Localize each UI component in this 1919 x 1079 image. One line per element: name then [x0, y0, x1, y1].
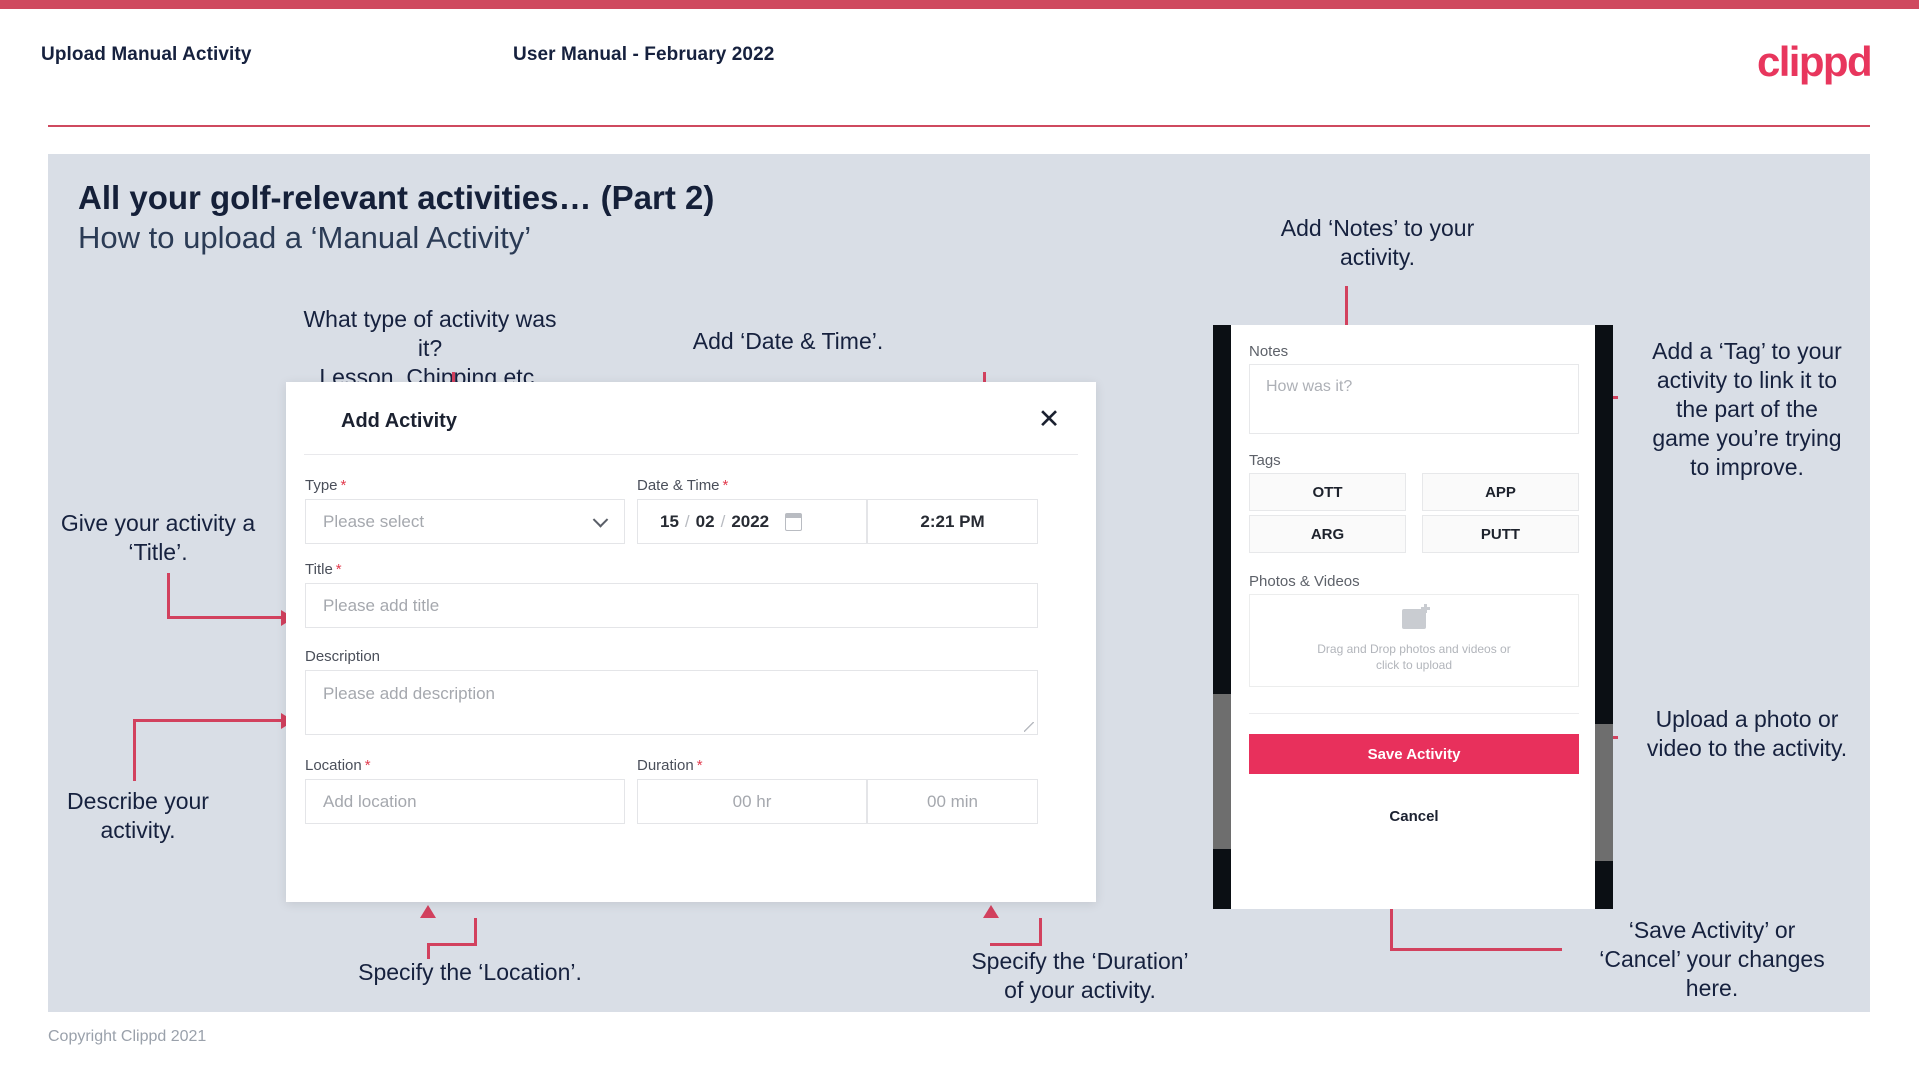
location-label-text: Location	[305, 757, 362, 774]
datetime-label: Date & Time *	[637, 477, 728, 494]
arrow-line-title-h	[167, 616, 283, 619]
phone-screen: Notes How was it? Tags OTT APP ARG PUTT …	[1231, 325, 1595, 909]
datetime-required-asterisk: *	[722, 477, 729, 494]
time-input[interactable]: 2:21 PM	[867, 499, 1038, 544]
arrow-line-loc-v2	[474, 918, 477, 945]
type-select[interactable]: Please select	[305, 499, 625, 544]
annotation-save-cancel: ‘Save Activity’ or ‘Cancel’ your changes…	[1599, 917, 1825, 1001]
arrow-line-dur-v2	[1039, 918, 1042, 945]
date-sep-2: /	[720, 511, 726, 531]
date-year: 2022	[731, 511, 770, 531]
description-placeholder: Please add description	[323, 684, 496, 703]
page-title: All your golf-relevant activities… (Part…	[78, 179, 715, 216]
page-subtitle: How to upload a ‘Manual Activity’	[78, 220, 532, 255]
phone-mockup: Notes How was it? Tags OTT APP ARG PUTT …	[1213, 325, 1613, 909]
annotation-location: Specify the ‘Location’.	[358, 959, 582, 985]
notes-label: Notes	[1249, 343, 1289, 360]
annotation-upload: Upload a photo or video to the activity.	[1646, 706, 1848, 761]
photos-videos-label: Photos & Videos	[1249, 573, 1360, 590]
date-day: 15	[660, 511, 679, 531]
type-label-text: Type	[305, 477, 338, 494]
header-left-title: Upload Manual Activity	[41, 44, 252, 65]
save-activity-button[interactable]: Save Activity	[1249, 734, 1579, 774]
description-label: Description	[305, 648, 380, 665]
location-required-asterisk: *	[364, 757, 371, 774]
arrow-line-dur-h	[990, 943, 1042, 946]
type-placeholder: Please select	[323, 511, 425, 531]
dropzone-line-1: Drag and Drop photos and videos or	[1317, 641, 1511, 656]
dialog-title: Add Activity	[341, 410, 457, 432]
time-value: 2:21 PM	[920, 511, 985, 531]
close-icon[interactable]: ✕	[1032, 402, 1066, 436]
chevron-down-icon	[592, 511, 609, 528]
duration-required-asterisk: *	[696, 757, 703, 774]
annotation-datetime: Add ‘Date & Time’.	[692, 328, 884, 354]
notes-textarea[interactable]: How was it?	[1249, 364, 1579, 434]
date-input[interactable]: 15 / 02 / 2022	[637, 499, 867, 544]
tag-arg[interactable]: ARG	[1249, 515, 1406, 553]
arrow-line-title-v	[167, 573, 170, 618]
duration-label-text: Duration	[637, 757, 694, 774]
duration-minutes-input[interactable]: 00 min	[867, 779, 1038, 824]
annotation-title: Give your activity a ‘Title’.	[60, 510, 256, 565]
phone-side-button-left	[1213, 694, 1231, 849]
dropzone-line-2: click to upload	[1375, 657, 1453, 672]
tags-label: Tags	[1249, 452, 1281, 469]
type-required-asterisk: *	[340, 477, 347, 494]
arrow-line-desc-v	[133, 719, 136, 781]
image-add-icon	[1402, 603, 1430, 629]
annotation-tag: Add a ‘Tag’ to your activity to link it …	[1652, 338, 1842, 480]
arrow-line-loc-v3	[427, 943, 430, 959]
datetime-label-text: Date & Time	[637, 477, 720, 494]
description-label-text: Description	[305, 648, 381, 665]
location-input[interactable]: Add location	[305, 779, 625, 824]
date-month: 02	[695, 511, 715, 531]
resize-grip-icon[interactable]	[1024, 722, 1034, 732]
title-placeholder: Please add title	[323, 595, 440, 615]
annotation-description: Describe your activity.	[67, 788, 209, 843]
clippd-logo: clippd	[1756, 38, 1873, 85]
title-required-asterisk: *	[335, 561, 342, 578]
arrow-line-save-h	[1390, 948, 1562, 951]
calendar-icon[interactable]	[785, 512, 803, 531]
annotation-type: What type of activity was it? Lesson, Ch…	[303, 306, 557, 390]
tag-putt[interactable]: PUTT	[1422, 515, 1579, 553]
phone-divider	[1249, 713, 1579, 714]
arrow-line-loc-h	[427, 943, 477, 946]
tag-ott[interactable]: OTT	[1249, 473, 1406, 511]
date-sep-1: /	[684, 511, 690, 531]
arrow-line-desc-h	[133, 719, 285, 722]
duration-minutes-placeholder: 00 min	[926, 791, 979, 811]
duration-hours-input[interactable]: 00 hr	[637, 779, 867, 824]
photo-upload-dropzone[interactable]: Drag and Drop photos and videos or click…	[1249, 594, 1579, 687]
arrow-head-loc	[420, 905, 436, 918]
dropzone-text: Drag and Drop photos and videos or click…	[1317, 641, 1510, 673]
slide-page: Upload Manual Activity User Manual - Feb…	[0, 0, 1919, 1079]
add-activity-dialog: Add Activity ✕ Type * Please select Date …	[286, 382, 1096, 902]
notes-placeholder: How was it?	[1266, 378, 1353, 395]
arrow-head-dur	[983, 905, 999, 918]
footer-copyright: Copyright Clippd 2021	[48, 1028, 207, 1045]
dialog-header-divider	[304, 454, 1078, 455]
type-label: Type *	[305, 477, 346, 494]
annotation-duration: Specify the ‘Duration’ of your activity.	[971, 948, 1189, 1003]
title-label-text: Title	[305, 561, 333, 578]
description-textarea[interactable]: Please add description	[305, 670, 1038, 735]
title-label: Title *	[305, 561, 342, 578]
duration-hours-placeholder: 00 hr	[732, 791, 772, 811]
top-accent-bar	[0, 0, 1919, 9]
annotation-notes: Add ‘Notes’ to your activity.	[1280, 215, 1475, 270]
tag-app[interactable]: APP	[1422, 473, 1579, 511]
header-divider	[48, 125, 1870, 127]
phone-side-button-right	[1595, 724, 1613, 861]
title-input[interactable]: Please add title	[305, 583, 1038, 628]
location-label: Location *	[305, 757, 371, 774]
location-placeholder: Add location	[323, 791, 417, 811]
duration-label: Duration *	[637, 757, 703, 774]
header-center-title: User Manual - February 2022	[513, 44, 775, 65]
cancel-button[interactable]: Cancel	[1249, 799, 1579, 833]
